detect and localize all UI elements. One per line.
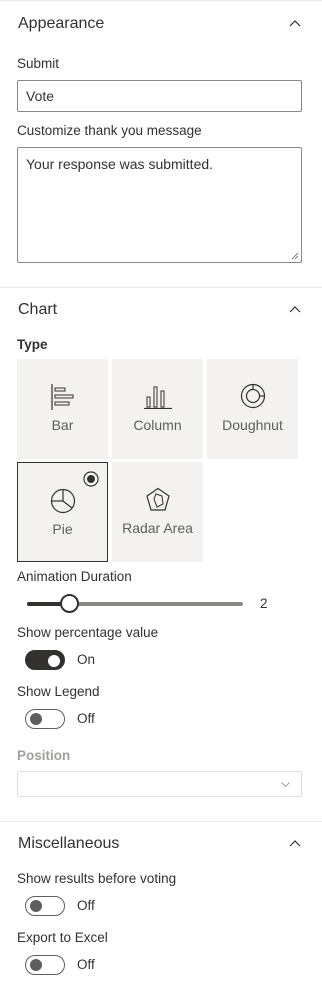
animation-slider-thumb[interactable]: [60, 594, 79, 613]
chevron-up-icon[interactable]: [288, 17, 302, 31]
position-label: Position: [17, 748, 71, 763]
show-percentage-toggle[interactable]: [25, 650, 65, 670]
appearance-divider: [0, 287, 322, 288]
chart-type-bar[interactable]: Bar: [17, 359, 108, 459]
export-excel-toggle[interactable]: [25, 955, 65, 975]
show-results-label: Show results before voting: [17, 871, 177, 886]
chevron-up-icon[interactable]: [288, 303, 302, 317]
toggle-knob: [30, 959, 42, 971]
column-chart-icon: [143, 386, 172, 409]
chart-type-label: Doughnut: [222, 417, 283, 433]
chart-type-radar-area[interactable]: Radar Area: [112, 462, 203, 562]
misc-section-title: Miscellaneous: [18, 835, 120, 852]
position-dropdown[interactable]: [17, 771, 302, 797]
top-divider: [0, 0, 322, 1]
export-excel-label: Export to Excel: [17, 930, 108, 945]
animation-duration-label: Animation Duration: [17, 569, 132, 584]
toggle-knob: [30, 900, 42, 912]
show-results-toggle[interactable]: [25, 896, 65, 916]
resize-grip-icon[interactable]: [291, 252, 299, 260]
chart-type-label: Pie: [52, 521, 73, 537]
chevron-up-icon[interactable]: [288, 837, 302, 851]
thank-you-textarea-value: Your response was submitted.: [26, 156, 214, 172]
chart-type-label: Column: [133, 417, 182, 433]
chart-type-label: Bar: [51, 417, 74, 433]
chart-type-label: Radar Area: [122, 520, 193, 536]
export-excel-state: Off: [77, 957, 95, 972]
animation-slider-value: 2: [260, 596, 268, 611]
submit-label: Submit: [17, 56, 60, 71]
radar-area-chart-icon: [145, 487, 170, 511]
bar-chart-icon: [50, 384, 73, 410]
submit-input[interactable]: Vote: [17, 80, 302, 112]
chart-section-title: Chart: [18, 301, 58, 318]
chevron-down-icon: [281, 782, 290, 788]
show-percentage-label: Show percentage value: [17, 625, 159, 640]
pie-chart-icon: [50, 488, 75, 514]
show-legend-label: Show Legend: [17, 684, 100, 699]
show-legend-toggle[interactable]: [25, 709, 65, 729]
doughnut-chart-icon: [240, 383, 265, 409]
chart-type-pie[interactable]: Pie: [17, 462, 108, 562]
chart-type-doughnut[interactable]: Doughnut: [207, 359, 298, 459]
thank-you-label: Customize thank you message: [17, 123, 202, 138]
show-results-state: Off: [77, 898, 95, 913]
toggle-knob: [48, 655, 60, 667]
appearance-section-title: Appearance: [18, 15, 105, 32]
selected-radio-icon: [83, 471, 99, 487]
toggle-knob: [30, 713, 42, 725]
show-percentage-state: On: [77, 652, 96, 667]
thank-you-textarea[interactable]: Your response was submitted.: [17, 147, 302, 263]
show-legend-state: Off: [77, 711, 95, 726]
chart-type-column[interactable]: Column: [112, 359, 203, 459]
type-label: Type: [17, 337, 48, 352]
submit-input-value: Vote: [26, 88, 55, 104]
chart-divider: [0, 821, 322, 822]
